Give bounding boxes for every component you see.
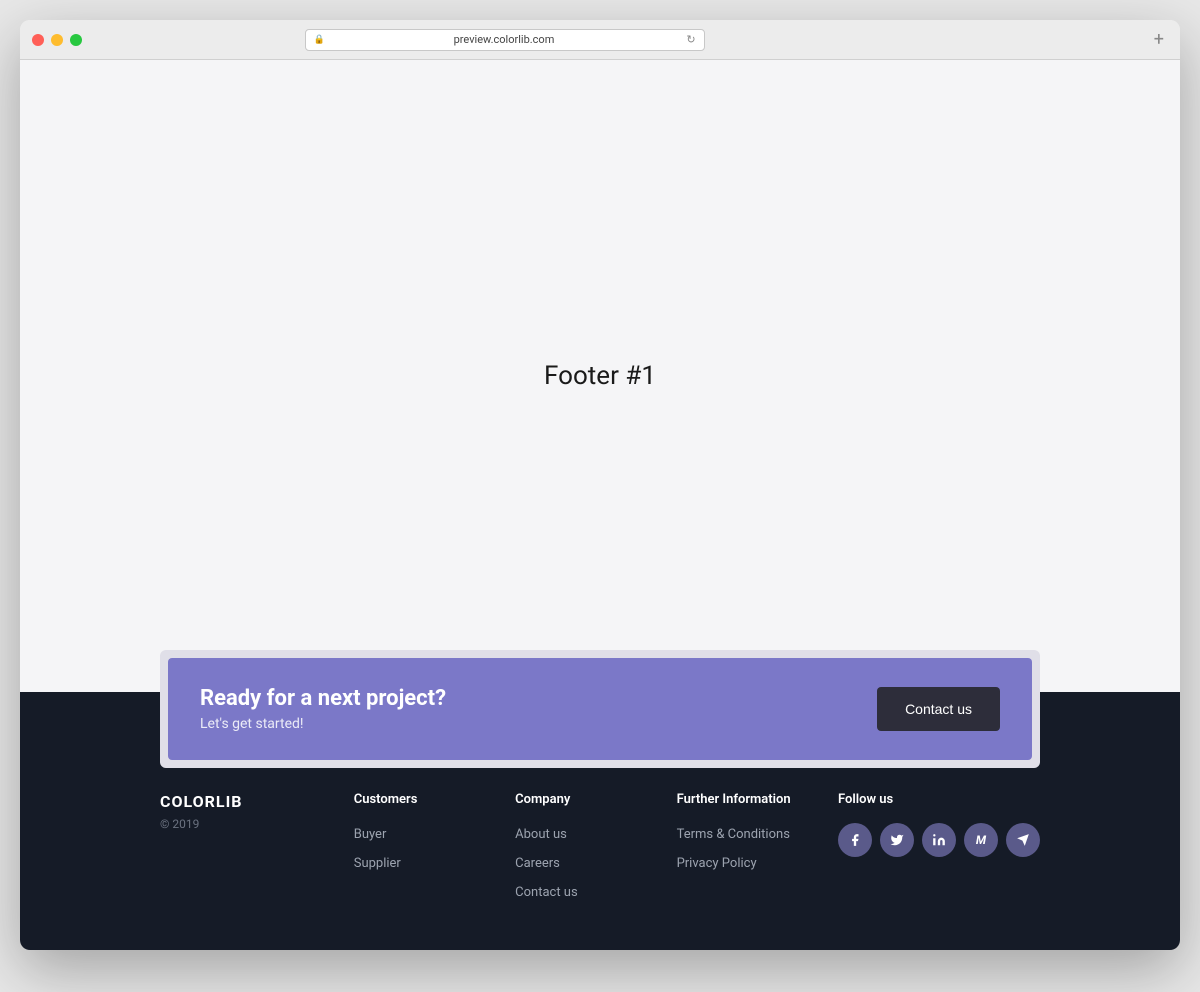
supplier-link[interactable]: Supplier xyxy=(354,856,401,871)
privacy-policy-link[interactable]: Privacy Policy xyxy=(677,856,757,871)
medium-icon[interactable]: M xyxy=(964,823,998,857)
list-item: Privacy Policy xyxy=(677,852,838,871)
browser-window: 🔒 preview.colorlib.com ↻ + Footer #1 Rea… xyxy=(20,20,1180,950)
maximize-button[interactable] xyxy=(70,34,82,46)
careers-link[interactable]: Careers xyxy=(515,856,560,871)
linkedin-icon[interactable] xyxy=(922,823,956,857)
list-item: About us xyxy=(515,823,676,842)
customers-links: Buyer Supplier xyxy=(354,823,515,871)
add-tab-button[interactable]: + xyxy=(1150,31,1168,49)
list-item: Supplier xyxy=(354,852,515,871)
facebook-icon[interactable] xyxy=(838,823,872,857)
customers-col-title: Customers xyxy=(354,792,515,807)
refresh-icon[interactable]: ↻ xyxy=(686,33,695,46)
page-title: Footer #1 xyxy=(544,361,656,391)
telegram-icon[interactable] xyxy=(1006,823,1040,857)
contact-us-link[interactable]: Contact us xyxy=(515,885,578,900)
titlebar: 🔒 preview.colorlib.com ↻ + xyxy=(20,20,1180,60)
url-text: preview.colorlib.com xyxy=(327,33,682,46)
footer-columns: COLORLIB © 2019 Customers Buyer Supplier… xyxy=(20,752,1180,950)
further-info-links: Terms & Conditions Privacy Policy xyxy=(677,823,838,871)
cta-outer: Ready for a next project? Let's get star… xyxy=(160,650,1040,768)
further-info-col-title: Further Information xyxy=(677,792,838,807)
cta-text-group: Ready for a next project? Let's get star… xyxy=(200,686,446,732)
list-item: Contact us xyxy=(515,881,676,900)
cta-title: Ready for a next project? xyxy=(200,686,446,711)
social-icons: M xyxy=(838,823,1040,857)
cta-inner: Ready for a next project? Let's get star… xyxy=(168,658,1032,760)
twitter-icon[interactable] xyxy=(880,823,914,857)
footer-follow: Follow us xyxy=(838,792,1040,900)
footer-brand: COLORLIB © 2019 xyxy=(160,792,354,900)
list-item: Terms & Conditions xyxy=(677,823,838,842)
close-button[interactable] xyxy=(32,34,44,46)
page-content: Footer #1 Ready for a next project? Let'… xyxy=(20,60,1180,950)
lock-icon: 🔒 xyxy=(314,35,322,44)
brand-name: COLORLIB xyxy=(160,792,354,811)
minimize-button[interactable] xyxy=(51,34,63,46)
footer-col-customers: Customers Buyer Supplier xyxy=(354,792,515,900)
cta-banner-container: Ready for a next project? Let's get star… xyxy=(160,650,1040,768)
cta-contact-button[interactable]: Contact us xyxy=(877,687,1000,731)
follow-us-title: Follow us xyxy=(838,792,1040,807)
main-area: Footer #1 xyxy=(20,60,1180,692)
cta-subtitle: Let's get started! xyxy=(200,716,446,732)
list-item: Buyer xyxy=(354,823,515,842)
list-item: Careers xyxy=(515,852,676,871)
buyer-link[interactable]: Buyer xyxy=(354,827,387,842)
terms-conditions-link[interactable]: Terms & Conditions xyxy=(677,827,790,842)
about-us-link[interactable]: About us xyxy=(515,827,567,842)
footer-col-further-info: Further Information Terms & Conditions P… xyxy=(677,792,838,900)
brand-year: © 2019 xyxy=(160,817,354,831)
company-col-title: Company xyxy=(515,792,676,807)
traffic-lights xyxy=(32,34,82,46)
url-bar[interactable]: 🔒 preview.colorlib.com ↻ xyxy=(305,29,705,51)
footer-section: Ready for a next project? Let's get star… xyxy=(20,692,1180,950)
footer-col-company: Company About us Careers Contact us xyxy=(515,792,676,900)
company-links: About us Careers Contact us xyxy=(515,823,676,900)
